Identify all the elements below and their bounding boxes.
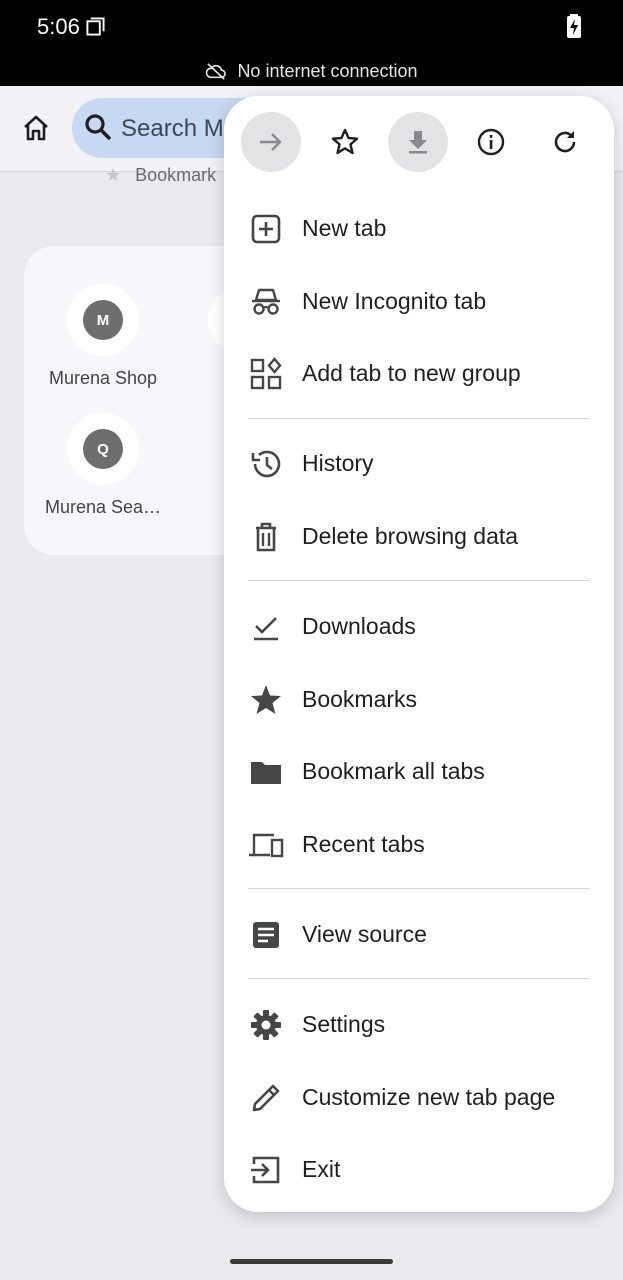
forward-icon [260,133,282,151]
tile-icon-ring: Q [67,413,139,485]
menu-item-label: Exit [302,1156,341,1182]
menu-item-add-tab-to-group[interactable]: Add tab to new group [224,338,614,410]
menu-item-history[interactable]: History [224,428,614,500]
forward-button[interactable] [241,112,301,172]
star-icon [251,685,281,714]
tile-label: Murena Shop [48,368,158,388]
menu-item-new-incognito-tab[interactable]: New Incognito tab [224,266,614,338]
menu-item-label: Bookmark all tabs [302,758,485,784]
menu-item-bookmark-all-tabs[interactable]: Bookmark all tabs [224,736,614,808]
tile-murena-search[interactable]: Q Murena Sea… [33,413,173,518]
menu-item-label: Add tab to new group [302,360,521,386]
cloud-off-icon [206,63,227,80]
bookmark-page-button[interactable] [315,112,375,172]
trash-icon [256,522,276,552]
menu-item-label: Customize new tab page [302,1084,556,1110]
incognito-icon [252,288,280,315]
menu-item-label: New tab [302,215,387,241]
page-info-button[interactable] [461,112,521,172]
download-icon [409,131,427,154]
menu-divider [248,978,590,979]
folder-icon [251,762,281,784]
menu-item-view-source[interactable]: View source [224,899,614,971]
status-bar: 5:06 No internet connection [0,0,623,86]
tile-avatar: Q [83,429,123,469]
status-time: 5:06 [37,14,80,39]
tab-group-icon [250,357,282,390]
tile-murena-shop[interactable]: M Murena Shop [33,284,173,389]
menu-item-bookmarks[interactable]: Bookmarks [224,664,614,736]
menu-item-new-tab[interactable]: New tab [224,193,614,265]
download-page-button[interactable] [388,112,448,172]
bookmark-star-icon [331,128,359,155]
menu-item-label: Bookmarks [302,686,418,712]
menu-item-exit[interactable]: Exit [224,1134,614,1206]
gear-icon [251,1010,281,1040]
menu-item-delete-browsing-data[interactable]: Delete browsing data [224,501,614,573]
menu-item-label: Settings [302,1011,386,1037]
info-icon [477,128,505,156]
menu-item-downloads[interactable]: Downloads [224,591,614,663]
new-tab-icon [251,214,281,244]
exit-icon [251,1156,280,1184]
menu-divider [248,418,590,419]
tile-avatar: M [83,300,123,340]
menu-item-settings[interactable]: Settings [224,989,614,1061]
home-icon[interactable] [20,112,52,144]
menu-item-label: Delete browsing data [302,523,519,549]
menu-divider [248,580,590,581]
devices-icon [249,833,284,858]
search-icon [85,114,112,141]
downloads-check-icon [254,617,278,641]
menu-divider [248,888,590,889]
offline-banner: No internet connection [0,60,623,82]
menu-item-recent-tabs[interactable]: Recent tabs [224,809,614,881]
menu-icon-row [224,96,614,196]
gesture-nav-handle[interactable] [230,1259,393,1264]
menu-item-label: Downloads [302,613,416,639]
screenshot-icon [86,17,105,36]
offline-text: No internet connection [237,60,418,81]
tile-icon-ring: M [67,284,139,356]
bookmark-star-faded-icon: ★ [105,165,122,185]
menu-item-label: Recent tabs [302,831,425,857]
tile-label: Murena Sea… [44,497,162,517]
document-icon [253,922,279,948]
bookmarks-bar-label[interactable]: ★ Bookmark [105,165,216,186]
battery-charging-icon [567,14,581,38]
history-icon [251,450,281,478]
reload-icon [554,131,576,153]
pencil-icon [252,1084,280,1112]
app-menu: New tab New Incognito tab Add tab to new… [224,96,614,1212]
menu-item-label: View source [302,921,427,947]
menu-item-label: History [302,450,374,476]
menu-item-customize-new-tab-page[interactable]: Customize new tab page [224,1062,614,1134]
menu-item-label: New Incognito tab [302,288,487,314]
reload-button[interactable] [535,112,595,172]
omnibox-placeholder: Search M [121,115,224,142]
